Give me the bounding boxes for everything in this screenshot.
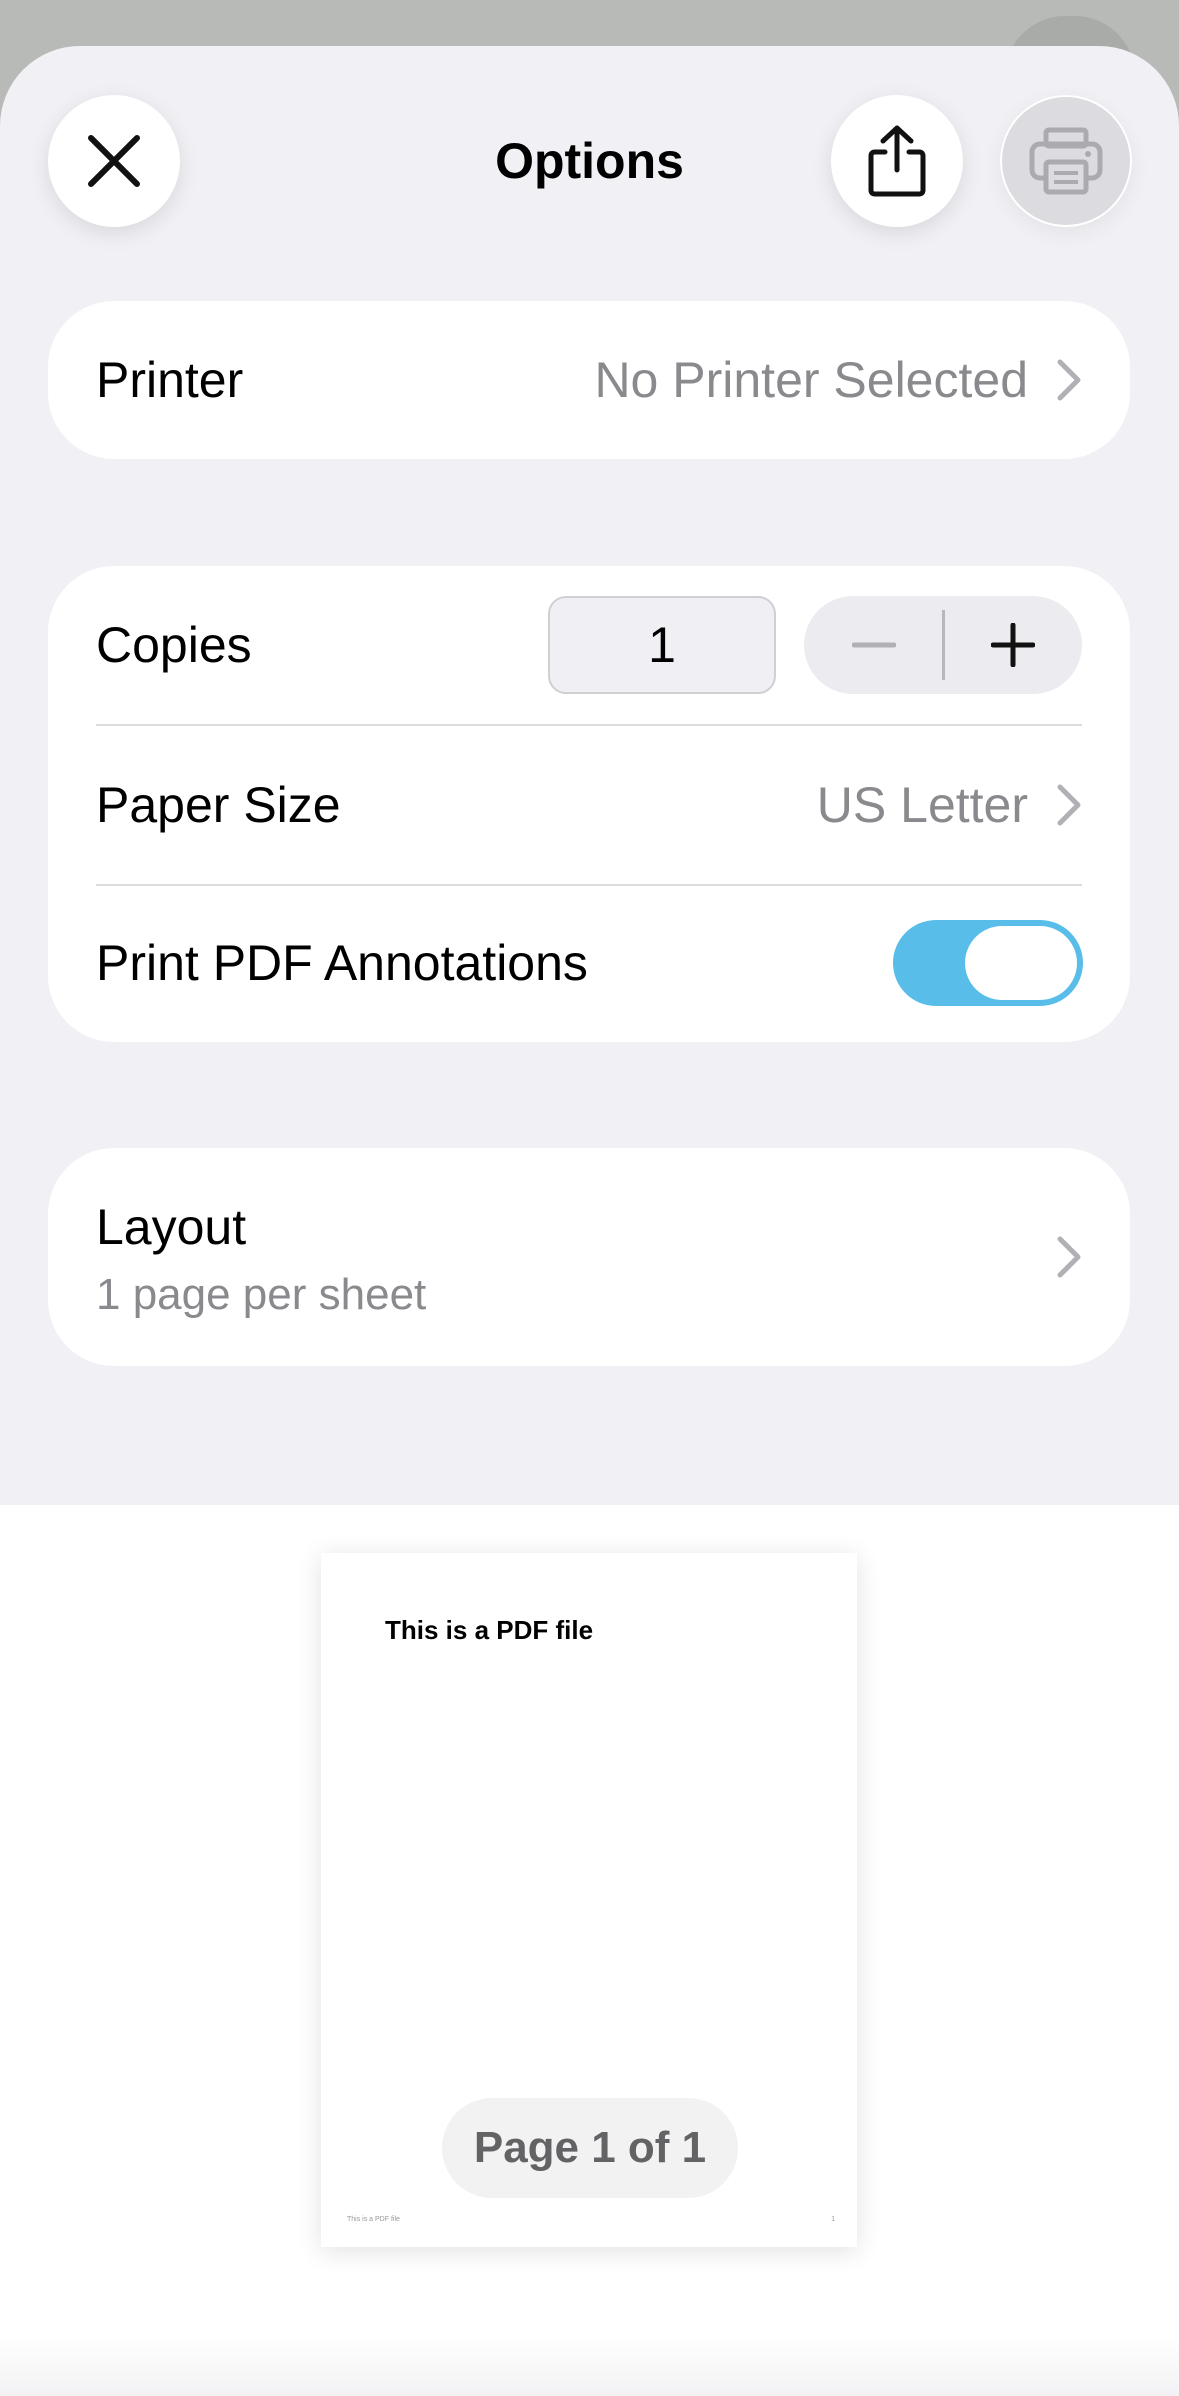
layout-card[interactable]: Layout 1 page per sheet: [48, 1148, 1130, 1366]
bottom-fade: [0, 2336, 1179, 2396]
chevron-right-icon: [1057, 359, 1081, 401]
toggle-knob: [965, 926, 1077, 1000]
chevron-right-icon: [1057, 1236, 1081, 1278]
printer-value: No Printer Selected: [594, 352, 1028, 408]
copies-field[interactable]: 1: [548, 596, 776, 694]
settings-card: Copies 1 Paper Size US Letter Print PDF …: [48, 566, 1130, 1042]
copies-stepper: [804, 596, 1082, 694]
paper-size-row[interactable]: Paper Size US Letter: [48, 726, 1130, 884]
share-icon: [868, 125, 926, 197]
layout-label: Layout: [96, 1199, 247, 1255]
print-button[interactable]: [1000, 95, 1132, 227]
annotations-row: Print PDF Annotations: [48, 884, 1130, 1042]
decrement-button[interactable]: [804, 596, 943, 694]
pdf-heading: This is a PDF file: [385, 1615, 594, 1645]
pdf-footer-text: This is a PDF file: [347, 2216, 400, 2223]
paper-size-value: US Letter: [816, 777, 1028, 833]
page-indicator: Page 1 of 1: [442, 2098, 738, 2198]
printer-row[interactable]: Printer No Printer Selected: [48, 301, 1130, 459]
paper-size-label: Paper Size: [96, 777, 341, 833]
share-button[interactable]: [831, 95, 963, 227]
copies-row: Copies 1: [48, 566, 1130, 724]
annotations-toggle[interactable]: [893, 920, 1083, 1006]
print-preview-area: This is a PDF file This is a PDF file 1 …: [0, 1505, 1179, 2396]
increment-button[interactable]: [943, 596, 1082, 694]
printer-icon: [1029, 127, 1103, 195]
printer-label: Printer: [96, 352, 244, 408]
pdf-footer-page-number: 1: [831, 2216, 835, 2223]
minus-icon: [851, 642, 896, 648]
chevron-right-icon: [1057, 784, 1081, 826]
printer-card: Printer No Printer Selected: [48, 301, 1130, 459]
plus-icon: [990, 623, 1035, 667]
layout-value: 1 page per sheet: [96, 1270, 427, 1319]
